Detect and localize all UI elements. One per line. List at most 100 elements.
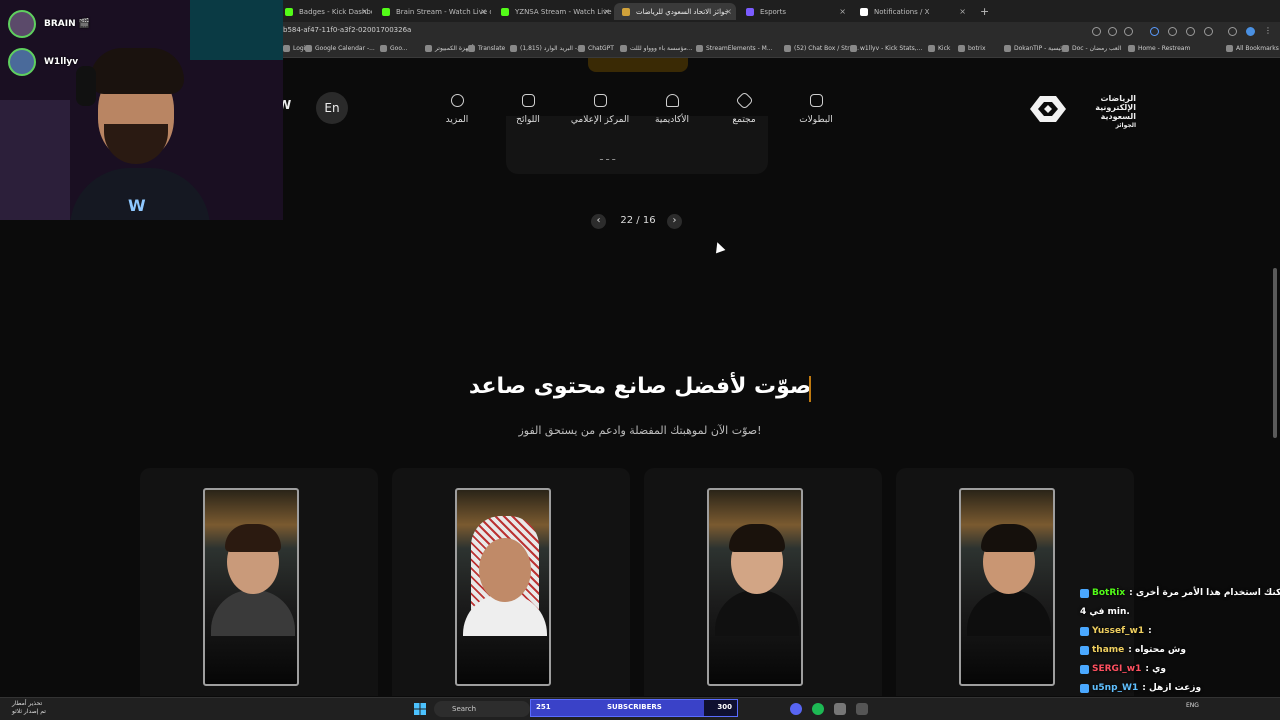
close-icon[interactable]: × xyxy=(959,7,966,16)
close-icon[interactable]: × xyxy=(603,7,610,16)
chat-username[interactable]: SERGI_w1 xyxy=(1092,660,1141,679)
nav-community[interactable]: مجتمع xyxy=(709,91,779,125)
viewer-entry: BRAIN 🎬 xyxy=(8,10,128,38)
chat-username[interactable]: u5np_W1 xyxy=(1092,679,1138,698)
bookmark-item[interactable]: Kick xyxy=(928,45,950,52)
bookmark-favicon-icon xyxy=(1226,45,1233,52)
bookmark-item[interactable]: ChatGPT xyxy=(578,45,614,52)
viewer-list: BRAIN 🎬 W1llyv xyxy=(8,10,128,86)
candidate-photo xyxy=(455,488,551,686)
zoom-icon[interactable] xyxy=(1108,27,1117,36)
bookmark-item[interactable]: botrix xyxy=(958,45,986,52)
app-icon[interactable] xyxy=(856,703,868,715)
sidebar-icon[interactable] xyxy=(1228,27,1237,36)
bookmark-item[interactable]: Doc - العب رمضان xyxy=(1062,45,1121,52)
url-input[interactable]: b584-af47-11f0-a3f2-02001700326a xyxy=(283,26,411,34)
new-tab-button[interactable]: + xyxy=(972,3,988,20)
next-page-button[interactable]: › xyxy=(667,214,682,229)
profile-avatar-icon[interactable] xyxy=(1246,27,1255,36)
page-indicator: 22 / 16 xyxy=(620,215,656,226)
chat-username[interactable]: Yussef_w1 xyxy=(1092,622,1144,641)
bookmark-favicon-icon xyxy=(620,45,627,52)
puzzle-icon[interactable] xyxy=(1204,27,1213,36)
bookmark-item[interactable]: DokanTIP - الرئيسية xyxy=(1004,45,1069,52)
x-icon xyxy=(860,7,868,16)
bookmark-item[interactable]: (52) Chat Box / Stre... xyxy=(784,45,859,52)
nav-media-center[interactable]: المركز الإعلامي xyxy=(565,94,635,125)
weather-widget[interactable]: تحذير أمطار تم إصدار ثلاثو xyxy=(12,700,46,716)
bookmark-favicon-icon xyxy=(958,45,965,52)
nav-regulations[interactable]: اللوائح xyxy=(493,94,563,125)
media-icon xyxy=(593,94,607,107)
bookmark-item[interactable]: أجهزة الكمبيوتر xyxy=(425,45,473,52)
taskbar-search[interactable]: Search xyxy=(434,701,530,717)
bookmark-item[interactable]: w1llyv - Kick Stats,... xyxy=(850,45,922,52)
federation-icon xyxy=(622,7,630,16)
tab-yznsa-stream[interactable]: YZNSA Stream - Watch Live on × xyxy=(493,3,614,20)
bookmark-item[interactable]: Home - Restream xyxy=(1128,45,1190,52)
bookmark-item[interactable]: StreamElements - M... xyxy=(696,45,773,52)
extension-icon[interactable] xyxy=(1186,27,1195,36)
candidate-card[interactable] xyxy=(140,468,378,696)
bookmark-favicon-icon xyxy=(305,45,312,52)
close-icon[interactable]: × xyxy=(839,7,846,16)
chat-text: : يمكنك استخدام هذا الأمر مرة أخرى xyxy=(1129,588,1280,598)
bookmark-favicon-icon xyxy=(578,45,585,52)
bookmark-favicon-icon xyxy=(380,45,387,52)
prev-page-button[interactable]: ‹ xyxy=(591,214,606,229)
tab-notifications-x[interactable]: Notifications / X × xyxy=(852,3,970,20)
chat-username[interactable]: BotRix xyxy=(1092,584,1125,603)
spotify-icon[interactable] xyxy=(812,703,824,715)
chat-text: : xyxy=(1148,626,1152,636)
chat-badge-icon xyxy=(1080,627,1089,636)
tab-esports[interactable]: Esports × xyxy=(738,3,850,20)
candidate-photo xyxy=(959,488,1055,686)
bookmark-item[interactable]: Translate xyxy=(468,45,505,52)
nav-academy[interactable]: الأكاديمية xyxy=(637,94,707,125)
taskbar: تحذير أمطار تم إصدار ثلاثو Search 251 SU… xyxy=(0,697,1280,720)
candidate-photo xyxy=(203,488,299,686)
close-icon[interactable]: × xyxy=(480,7,487,16)
chat-text: : وزعت ازهل xyxy=(1142,683,1202,693)
menu-icon[interactable]: ⋮ xyxy=(1264,27,1273,36)
scrollbar-thumb[interactable] xyxy=(1273,268,1277,438)
logo-text: الرياضات الإلكترونية السعودية الجوائز xyxy=(1095,94,1136,129)
bookmark-favicon-icon xyxy=(850,45,857,52)
bookmark-favicon-icon xyxy=(1062,45,1069,52)
extension-icon[interactable] xyxy=(1150,27,1159,36)
chat-badge-icon xyxy=(1080,589,1089,598)
app-icon[interactable] xyxy=(834,703,846,715)
bookmark-item[interactable]: All Bookmarks xyxy=(1226,45,1279,52)
chat-message: BotRix : يمكنك استخدام هذا الأمر مرة أخرى xyxy=(1080,584,1280,603)
section-title: صوّت لأفضل صانع محتوى صاعد xyxy=(468,374,812,399)
tab-badges[interactable]: Badges - Kick Dashboard× xyxy=(277,3,372,20)
star-icon[interactable] xyxy=(1124,27,1133,36)
close-icon[interactable]: × xyxy=(725,7,732,16)
tab-saudi-esports-awards[interactable]: جوائز الاتحاد السعودي للرياضات × xyxy=(614,3,736,20)
extension-icon[interactable] xyxy=(1168,27,1177,36)
windows-start-icon[interactable] xyxy=(414,703,426,715)
bookmark-item[interactable]: مؤسسة باء ووواو لللت... xyxy=(620,45,693,52)
discord-icon[interactable] xyxy=(790,703,802,715)
bookmark-item[interactable]: Goo... xyxy=(380,45,408,52)
system-tray-lang[interactable]: ENG xyxy=(1186,702,1199,709)
avatar xyxy=(8,48,36,76)
candidate-card[interactable] xyxy=(392,468,630,696)
close-icon[interactable]: × xyxy=(361,7,368,16)
info-icon xyxy=(450,94,464,107)
bookmark-item[interactable]: (1,815) البريد الوارد -... xyxy=(510,45,583,52)
language-toggle-button[interactable]: En xyxy=(316,92,348,124)
section-subtitle: صوّت الآن لموهبتك المفضلة وادعم من يستحق… xyxy=(518,424,762,437)
bookmark-item[interactable]: Google Calendar -... xyxy=(305,45,375,52)
bookmark-favicon-icon xyxy=(1128,45,1135,52)
webcam-overlay: W BRAIN 🎬 W1llyv xyxy=(0,0,283,220)
gamepad-icon xyxy=(809,94,823,107)
tab-brain-stream[interactable]: Brain Stream - Watch Live on K× xyxy=(374,3,491,20)
nav-more[interactable]: المزيد xyxy=(422,94,492,125)
community-icon xyxy=(734,91,754,110)
translate-icon[interactable] xyxy=(1092,27,1101,36)
chat-text: : وي xyxy=(1145,664,1166,674)
nav-tournaments[interactable]: البطولات xyxy=(781,94,851,125)
chat-username[interactable]: thame xyxy=(1092,641,1124,660)
candidate-card[interactable] xyxy=(644,468,882,696)
